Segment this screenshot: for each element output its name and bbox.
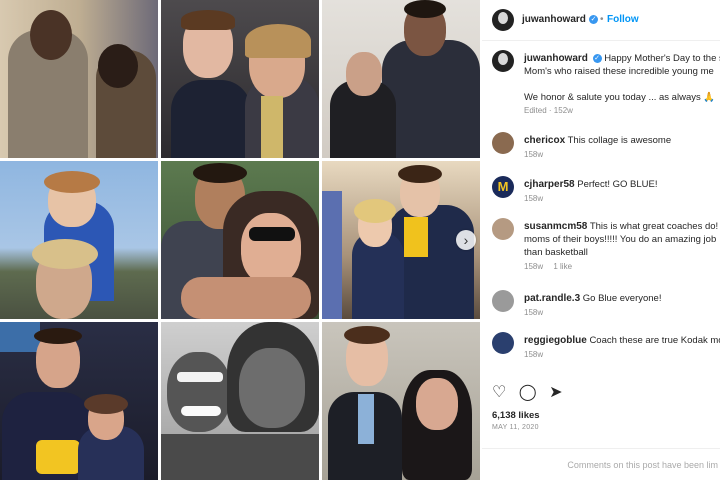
comment-icon[interactable]: ◯ [519, 382, 537, 402]
comment-text: This is what great coaches do! Sh [589, 221, 720, 232]
heart-icon[interactable]: ♡ [492, 382, 506, 402]
avatar[interactable] [492, 9, 514, 31]
comment-likes[interactable]: 1 like [553, 262, 572, 271]
comment-age: 158w [524, 308, 544, 317]
caption-text-1: Happy Mother's Day to the s [604, 53, 720, 64]
author-username[interactable]: juwanhoward [522, 14, 586, 25]
caption-text-3: We honor & salute you today ... as alway… [524, 92, 701, 103]
caption-username[interactable]: juwanhoward [524, 53, 588, 64]
comment-age: 158w [524, 262, 544, 271]
photo-collage[interactable]: › [0, 0, 480, 480]
avatar[interactable] [492, 132, 514, 154]
comment-age: 158w [524, 150, 544, 159]
collage-photo-1 [0, 0, 158, 158]
chevron-right-icon[interactable]: › [456, 230, 476, 250]
verified-badge-icon: ✓ [589, 15, 598, 24]
share-icon[interactable]: ➤ [549, 382, 562, 402]
post-sidebar: juwanhoward ✓ • Follow juwanhoward ✓ Hap… [482, 0, 720, 480]
verified-badge-icon: ✓ [592, 53, 602, 63]
comment-age: 158w [524, 350, 544, 359]
comment-age: 158w [524, 194, 544, 203]
post-caption: juwanhoward ✓ Happy Mother's Day to the … [492, 50, 720, 122]
avatar[interactable] [492, 332, 514, 354]
collage-photo-9 [322, 322, 480, 480]
collage-photo-4 [0, 161, 158, 319]
post-actions: ♡ ◯ ➤ [492, 382, 571, 402]
collage-photo-3 [322, 0, 480, 158]
post-date: MAY 11, 2020 [492, 424, 539, 431]
comments-disabled-notice: Comments on this post have been lim [482, 448, 720, 480]
avatar[interactable] [492, 50, 514, 72]
comment-text: This collage is awesome [567, 135, 672, 146]
comment-text-2: moms of their boys!!!!! You do an amazin… [524, 234, 717, 245]
comment-username[interactable]: cjharper58 [524, 179, 575, 190]
post-header: juwanhoward ✓ • Follow [482, 0, 720, 41]
collage-photo-5 [161, 161, 319, 319]
comment-text: Go Blue everyone! [582, 293, 662, 304]
collage-photo-8 [161, 322, 319, 480]
comment-text-3: than basketball [524, 247, 588, 258]
caption-emoji: 🙏 [703, 92, 716, 103]
comment-text: Perfect! GO BLUE! [577, 179, 658, 190]
collage-photo-7 [0, 322, 158, 480]
likes-count[interactable]: 6,138 likes [492, 410, 540, 421]
comment-username[interactable]: susanmcm58 [524, 221, 587, 232]
avatar[interactable] [492, 290, 514, 312]
avatar[interactable]: M [492, 176, 514, 198]
comment-username[interactable]: pat.randle.3 [524, 293, 580, 304]
caption-age: Edited · 152w [524, 106, 573, 115]
comment-username[interactable]: reggiegoblue [524, 335, 587, 346]
comment-text: Coach these are true Kodak mo [589, 335, 720, 346]
avatar[interactable] [492, 218, 514, 240]
caption-text-2: Mom's who raised these incredible young … [524, 66, 714, 77]
follow-button[interactable]: Follow [607, 14, 639, 25]
comment-username[interactable]: chericox [524, 135, 565, 146]
collage-photo-2 [161, 0, 319, 158]
